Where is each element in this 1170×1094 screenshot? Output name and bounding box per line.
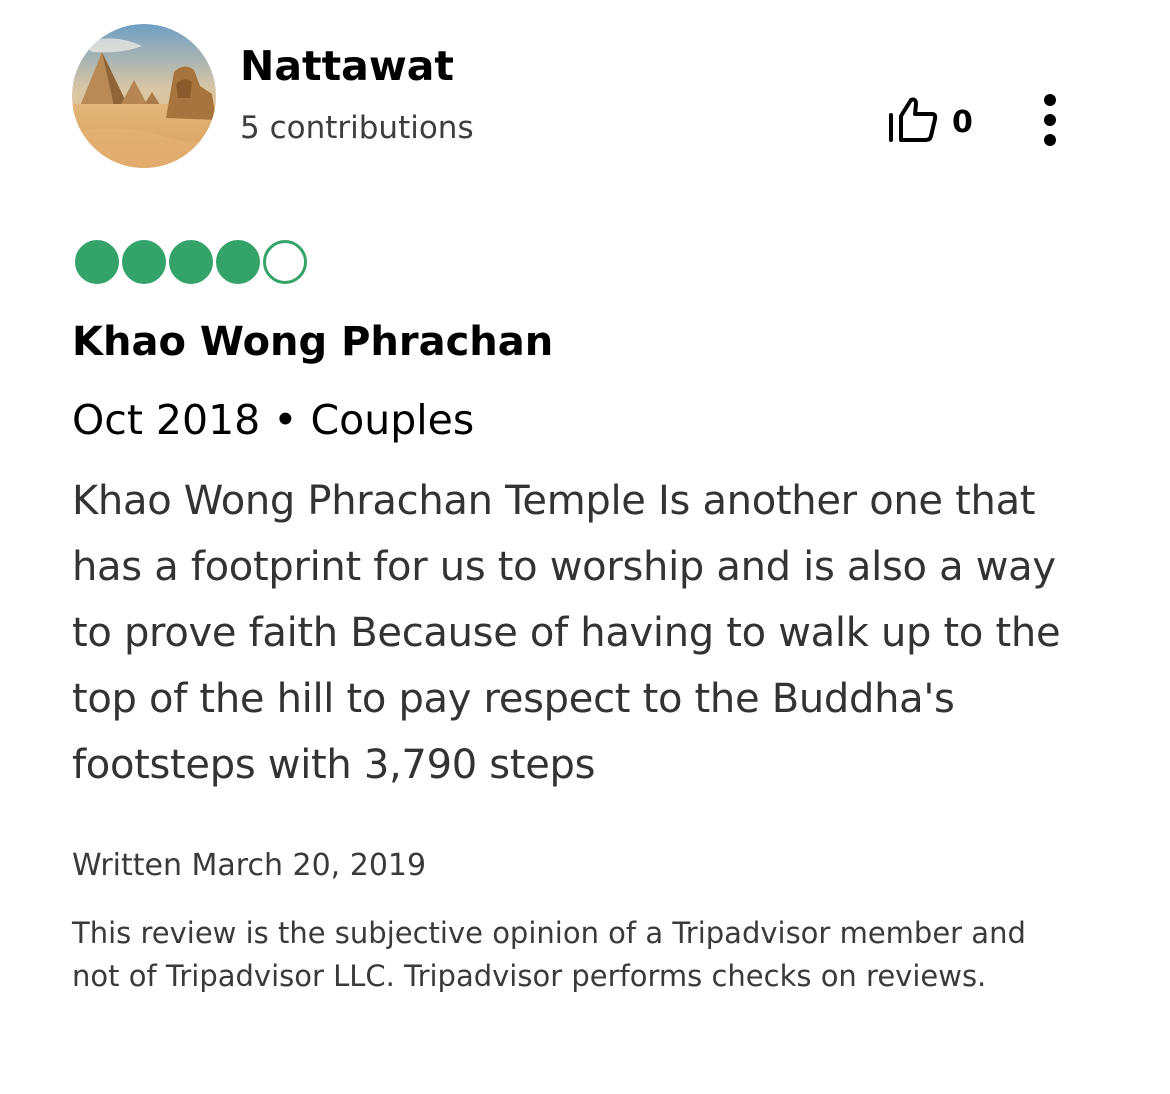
contributions-count[interactable]: 5 contributions [240, 108, 474, 148]
review-title[interactable]: Khao Wong Phrachan [72, 316, 553, 368]
bubble-rating [75, 240, 307, 284]
review-meta: Oct 2018 • Couples [72, 396, 475, 444]
rating-bubble-filled [122, 240, 166, 284]
review-body: Khao Wong Phrachan Temple Is another one… [72, 478, 1061, 788]
pyramids-sphinx-photo [72, 24, 216, 168]
written-date: Written March 20, 2019 [72, 848, 427, 883]
rating-bubble-filled [75, 240, 119, 284]
helpful-count: 0 [952, 104, 973, 140]
rating-bubble-filled [169, 240, 213, 284]
rating-bubble-filled [216, 240, 260, 284]
more-options-button[interactable] [1026, 92, 1074, 150]
rating-bubble-empty [263, 240, 307, 284]
avatar[interactable] [72, 24, 216, 168]
review-disclaimer: This review is the subjective opinion of… [72, 916, 1026, 993]
helpful-vote-button[interactable]: 0 [886, 96, 973, 148]
thumbs-up-icon [886, 96, 938, 148]
reviewer-name[interactable]: Nattawat [240, 40, 454, 92]
more-vertical-icon [1044, 94, 1056, 146]
